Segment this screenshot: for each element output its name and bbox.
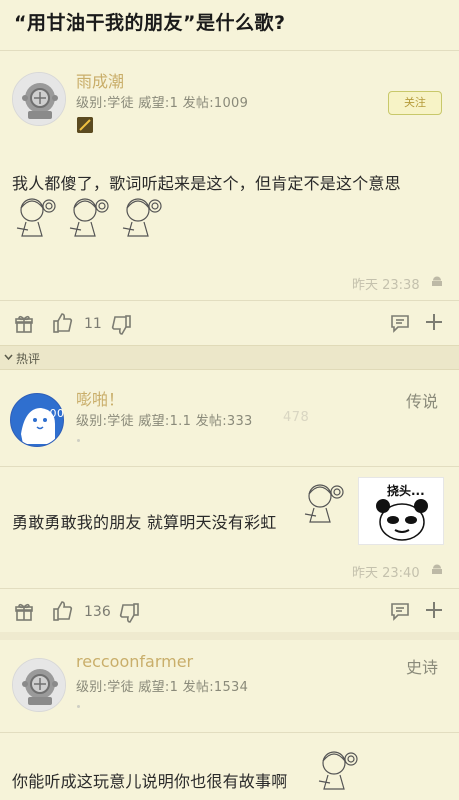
plus-icon[interactable] [424, 312, 444, 332]
rank-tag: 史诗 [406, 658, 439, 677]
avatar-overlay-text: 0.00 [38, 407, 65, 420]
avatar[interactable] [12, 658, 66, 712]
username[interactable]: 嘭啪！ [76, 386, 124, 410]
sticker-girl-icon [304, 484, 344, 523]
diving-helmet-icon [13, 659, 65, 711]
diving-helmet-icon [13, 73, 65, 125]
thumbs-up-icon[interactable] [52, 312, 74, 334]
avatar[interactable] [10, 393, 64, 447]
cartoon-avatar-icon [11, 394, 63, 446]
follow-button[interactable]: 关注 [388, 91, 442, 115]
thumbs-down-icon[interactable] [118, 602, 140, 624]
divider [0, 300, 459, 301]
thumbs-up-icon[interactable] [52, 600, 74, 622]
rank-tag: 传说 [406, 392, 439, 411]
hot-comments-label: 热评 [16, 352, 41, 366]
gift-icon[interactable] [14, 314, 34, 334]
comment-icon[interactable] [390, 313, 410, 333]
medal-badge-icon [77, 117, 93, 133]
sticker-girl-icon [16, 198, 162, 237]
separator-dot [77, 439, 80, 442]
like-count: 11 [84, 316, 102, 332]
user-meta: 级别:学徒 威望:1 发帖:1009 [76, 96, 249, 111]
panda-face-icon [376, 499, 428, 541]
gift-icon[interactable] [14, 602, 34, 622]
chevron-down-icon [4, 354, 13, 361]
meme-image[interactable]: 挠头... [358, 477, 444, 545]
divider [0, 50, 459, 51]
plus-icon[interactable] [424, 600, 444, 620]
divider [0, 588, 459, 589]
divider [0, 732, 459, 733]
sticker-girl-icon [318, 751, 358, 790]
hot-comments-header[interactable]: 热评 [0, 345, 459, 370]
post-content: 勇敢勇敢我的朋友 就算明天没有彩虹 [12, 513, 277, 532]
post-content: 我人都傻了，歌词听起来是这个，但肯定不是这个意思 [12, 174, 401, 193]
watermark-text: 478 [283, 410, 310, 425]
post-time: 昨天 23:38 [352, 278, 420, 293]
post-time: 昨天 23:40 [352, 566, 420, 581]
question-title: “用甘油干我的朋友”是什么歌? [14, 12, 286, 34]
avatar[interactable] [12, 72, 66, 126]
android-icon [432, 276, 442, 286]
like-count: 136 [84, 604, 111, 620]
separator-dot [77, 705, 80, 708]
android-icon [432, 564, 442, 574]
username[interactable]: reccoonfarmer [76, 652, 193, 671]
post-content: 你能听成这玩意儿说明你也很有故事啊 [12, 772, 288, 791]
user-meta: 级别:学徒 威望:1 发帖:1534 [76, 680, 249, 695]
divider [0, 466, 459, 467]
user-meta: 级别:学徒 威望:1.1 发帖:333 [76, 414, 253, 429]
username[interactable]: 雨成潮 [76, 68, 124, 92]
comment-icon[interactable] [390, 601, 410, 621]
section-gap [0, 632, 459, 640]
thumbs-down-icon[interactable] [110, 314, 132, 336]
